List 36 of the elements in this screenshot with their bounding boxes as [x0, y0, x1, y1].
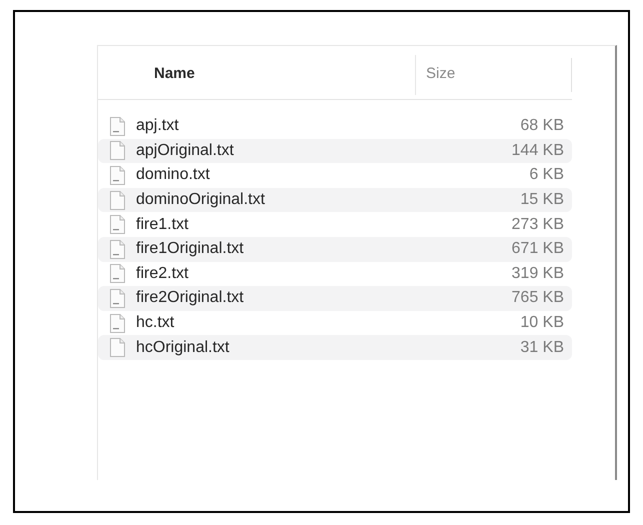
name-column-header[interactable]: Name [98, 63, 415, 86]
file-size: 6 KB [528, 165, 565, 186]
document-icon [110, 264, 125, 284]
file-size: 671 KB [510, 239, 565, 260]
document-icon [110, 166, 125, 185]
file-name: fire2.txt [136, 264, 190, 284]
file-size: 15 KB [519, 190, 565, 210]
file-size: 144 KB [510, 140, 565, 161]
file-size: 31 KB [519, 338, 565, 358]
document-icon [110, 240, 125, 259]
file-name: hc.txt [136, 313, 176, 334]
file-size: 10 KB [519, 313, 565, 334]
document-icon [110, 338, 125, 358]
document-icon [110, 215, 125, 234]
file-name: apj.txt [136, 116, 180, 136]
file-name: apjOriginal.txt [136, 140, 235, 161]
file-row[interactable]: dominoOriginal.txt 15 KB [98, 188, 572, 212]
file-name: hcOriginal.txt [136, 338, 230, 358]
file-name: fire2Original.txt [136, 288, 245, 308]
file-row[interactable]: fire1Original.txt 671 KB [98, 236, 572, 262]
document-icon [110, 141, 125, 160]
file-size: 319 KB [510, 264, 565, 284]
file-size: 273 KB [510, 214, 565, 235]
file-size: 68 KB [519, 116, 565, 136]
file-name: dominoOriginal.txt [136, 190, 266, 210]
file-name: fire1.txt [136, 214, 190, 235]
file-row[interactable]: fire2Original.txt 765 KB [98, 286, 572, 311]
file-row[interactable]: hcOriginal.txt 31 KB [98, 335, 572, 360]
document-icon [110, 190, 125, 210]
file-name: fire1Original.txt [136, 239, 245, 260]
document-icon [110, 116, 125, 136]
document-icon [110, 288, 125, 308]
document-icon [110, 314, 125, 333]
file-size: 765 KB [510, 288, 565, 308]
file-name: domino.txt [136, 165, 211, 186]
file-row[interactable]: apjOriginal.txt 144 KB [98, 138, 572, 164]
